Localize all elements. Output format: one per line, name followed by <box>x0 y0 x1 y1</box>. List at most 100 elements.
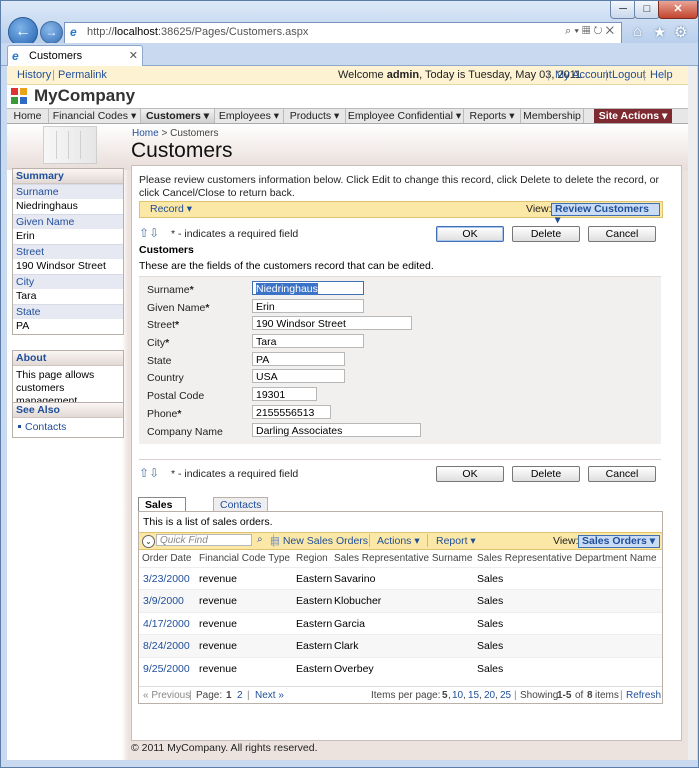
breadcrumb-home-link[interactable]: Home <box>132 128 159 139</box>
search-icon[interactable]: ⌕ <box>257 534 263 545</box>
table-row[interactable]: 3/9/2000 revenue Eastern Klobucher Sales <box>139 589 662 612</box>
summary-label-city: City <box>13 274 123 289</box>
favorites-star-icon[interactable]: ★ <box>653 23 666 41</box>
cancel-button-bottom[interactable]: Cancel <box>588 466 656 482</box>
menu-products[interactable]: Products ▾ <box>284 109 346 123</box>
field-state: State PA <box>139 352 661 368</box>
page-size-15[interactable]: 15 <box>468 690 479 701</box>
home-icon[interactable]: ⌂ <box>633 23 642 40</box>
breadcrumb-current: Customers <box>170 128 219 139</box>
table-row[interactable]: 3/23/2000 revenue Eastern Savarino Sales <box>139 567 662 590</box>
close-tab-icon[interactable]: ✕ <box>129 49 138 62</box>
refresh-icon[interactable]: ↻ <box>593 25 605 37</box>
country-input[interactable]: USA <box>252 369 345 383</box>
ok-button-top[interactable]: OK <box>436 226 504 242</box>
record-menu[interactable]: Record ▾ <box>150 203 192 215</box>
browser-tab-customers[interactable]: e Customers ✕ <box>7 45 143 66</box>
col-sales-rep-dept[interactable]: Sales Representative Department Name <box>477 553 657 564</box>
delete-button-top[interactable]: Delete <box>512 226 580 242</box>
divider <box>139 459 661 460</box>
pager-page-1[interactable]: 1 <box>226 690 232 701</box>
view-selector[interactable]: Review Customers ▾ <box>551 203 660 226</box>
permalink-link[interactable]: Permalink <box>58 69 107 81</box>
page-size-10[interactable]: 10 <box>452 690 463 701</box>
grid-header: Order Date Financial Code Type Region Sa… <box>139 553 662 567</box>
delete-button-bottom[interactable]: Delete <box>512 466 580 482</box>
summary-value-given-name: Erin <box>16 230 35 242</box>
report-menu[interactable]: Report ▾ <box>436 535 476 547</box>
arrow-up-icon[interactable]: ⇧ <box>139 466 149 480</box>
field-country: Country USA <box>139 369 661 385</box>
close-window-button[interactable]: ✕ <box>658 1 698 19</box>
content-panel: Please review customers information belo… <box>131 165 682 741</box>
menu-employees[interactable]: Employees ▾ <box>215 109 284 123</box>
new-sales-orders-button[interactable]: ▤ New Sales Orders <box>270 535 368 547</box>
actions-menu[interactable]: Actions ▾ <box>377 535 420 547</box>
browser-window: ─ □ ✕ ← → e http://localhost:38625/Pages… <box>0 0 699 768</box>
table-row[interactable]: 9/25/2000 revenue Eastern Overbey Sales <box>139 657 662 680</box>
chevron-down-icon[interactable]: ⌄ <box>142 535 155 548</box>
ok-button-bottom[interactable]: OK <box>436 466 504 482</box>
site-actions-menu[interactable]: Site Actions ▾ <box>594 109 672 123</box>
menu-home[interactable]: Home <box>7 109 49 123</box>
my-account-link[interactable]: My Account <box>555 69 612 81</box>
dropdown-icon[interactable]: ▾ <box>574 25 582 37</box>
menu-employee-confidential[interactable]: Employee Confidential ▾ <box>346 109 464 123</box>
search-icon[interactable]: ⌕ <box>565 25 574 37</box>
pager-next[interactable]: Next » <box>255 690 284 701</box>
page-size-5[interactable]: 5 <box>442 690 448 701</box>
address-bar[interactable]: e http://localhost:38625/Pages/Customers… <box>64 22 622 44</box>
stop-icon[interactable]: ✕ <box>606 25 617 37</box>
maximize-button[interactable]: □ <box>634 1 660 19</box>
menu-reports[interactable]: Reports ▾ <box>464 109 521 123</box>
menu-financial-codes[interactable]: Financial Codes ▾ <box>49 109 141 123</box>
vertical-scrollbar[interactable] <box>688 66 697 760</box>
tab-contacts[interactable]: Contacts <box>213 497 269 512</box>
customer-form: Surname* Niedringhaus Given Name* Erin S… <box>139 276 661 444</box>
page-size-20[interactable]: 20 <box>484 690 495 701</box>
table-row[interactable]: 4/17/2000 revenue Eastern Garcia Sales <box>139 612 662 635</box>
compatibility-icon[interactable]: ▦ <box>582 25 593 37</box>
url-text[interactable]: http://localhost:38625/Pages/Customers.a… <box>87 26 308 38</box>
refresh-link[interactable]: Refresh <box>626 690 661 701</box>
pager-previous[interactable]: « Previous <box>143 690 190 701</box>
state-input[interactable]: PA <box>252 352 345 366</box>
surname-input[interactable]: Niedringhaus <box>252 281 364 295</box>
forward-button[interactable]: → <box>40 21 63 44</box>
field-city: City* Tara <box>139 334 661 350</box>
menu-customers[interactable]: Customers ▾ <box>141 109 215 123</box>
postal-code-input[interactable]: 19301 <box>252 387 317 401</box>
page-viewport: History | Permalink Welcome admin, Today… <box>7 66 688 760</box>
gear-icon[interactable]: ⚙ <box>674 23 687 41</box>
summary-value-street: 190 Windsor Street <box>16 260 106 272</box>
street-input[interactable]: 190 Windsor Street <box>252 316 412 330</box>
phone-input[interactable]: 2155556513 <box>252 405 331 419</box>
minimize-button[interactable]: ─ <box>610 1 636 19</box>
section-title: Customers <box>139 244 194 256</box>
page-size-25[interactable]: 25 <box>500 690 511 701</box>
pager-page-2[interactable]: 2 <box>237 690 243 701</box>
see-also-contacts-link[interactable]: Contacts <box>13 418 123 437</box>
col-region[interactable]: Region <box>296 553 328 564</box>
city-input[interactable]: Tara <box>252 334 364 348</box>
arrow-up-icon[interactable]: ⇧ <box>139 226 149 240</box>
col-order-date[interactable]: Order Date <box>142 553 191 564</box>
cancel-button-top[interactable]: Cancel <box>588 226 656 242</box>
table-row[interactable]: 8/24/2000 revenue Eastern Clark Sales <box>139 634 662 657</box>
logout-link[interactable]: Logout <box>612 69 646 81</box>
arrow-down-icon[interactable]: ⇩ <box>149 226 159 240</box>
grid-view-selector[interactable]: Sales Orders ▾ <box>578 535 660 548</box>
history-link[interactable]: History <box>17 69 51 81</box>
col-sales-rep-surname[interactable]: Sales Representative Surname <box>334 553 472 564</box>
company-name-input[interactable]: Darling Associates <box>252 423 421 437</box>
menu-membership[interactable]: Membership <box>521 109 584 123</box>
nav-arrows: ⇧⇩ <box>139 226 159 240</box>
quick-find-input[interactable]: Quick Find <box>156 534 252 546</box>
field-given-name: Given Name* Erin <box>139 299 661 315</box>
showing-range: 1-5 <box>557 690 572 701</box>
arrow-down-icon[interactable]: ⇩ <box>149 466 159 480</box>
given-name-input[interactable]: Erin <box>252 299 364 313</box>
col-financial-code-type[interactable]: Financial Code Type <box>199 553 290 564</box>
help-link[interactable]: Help <box>650 69 673 81</box>
tab-sales-orders[interactable]: Sales Orders <box>138 497 187 525</box>
